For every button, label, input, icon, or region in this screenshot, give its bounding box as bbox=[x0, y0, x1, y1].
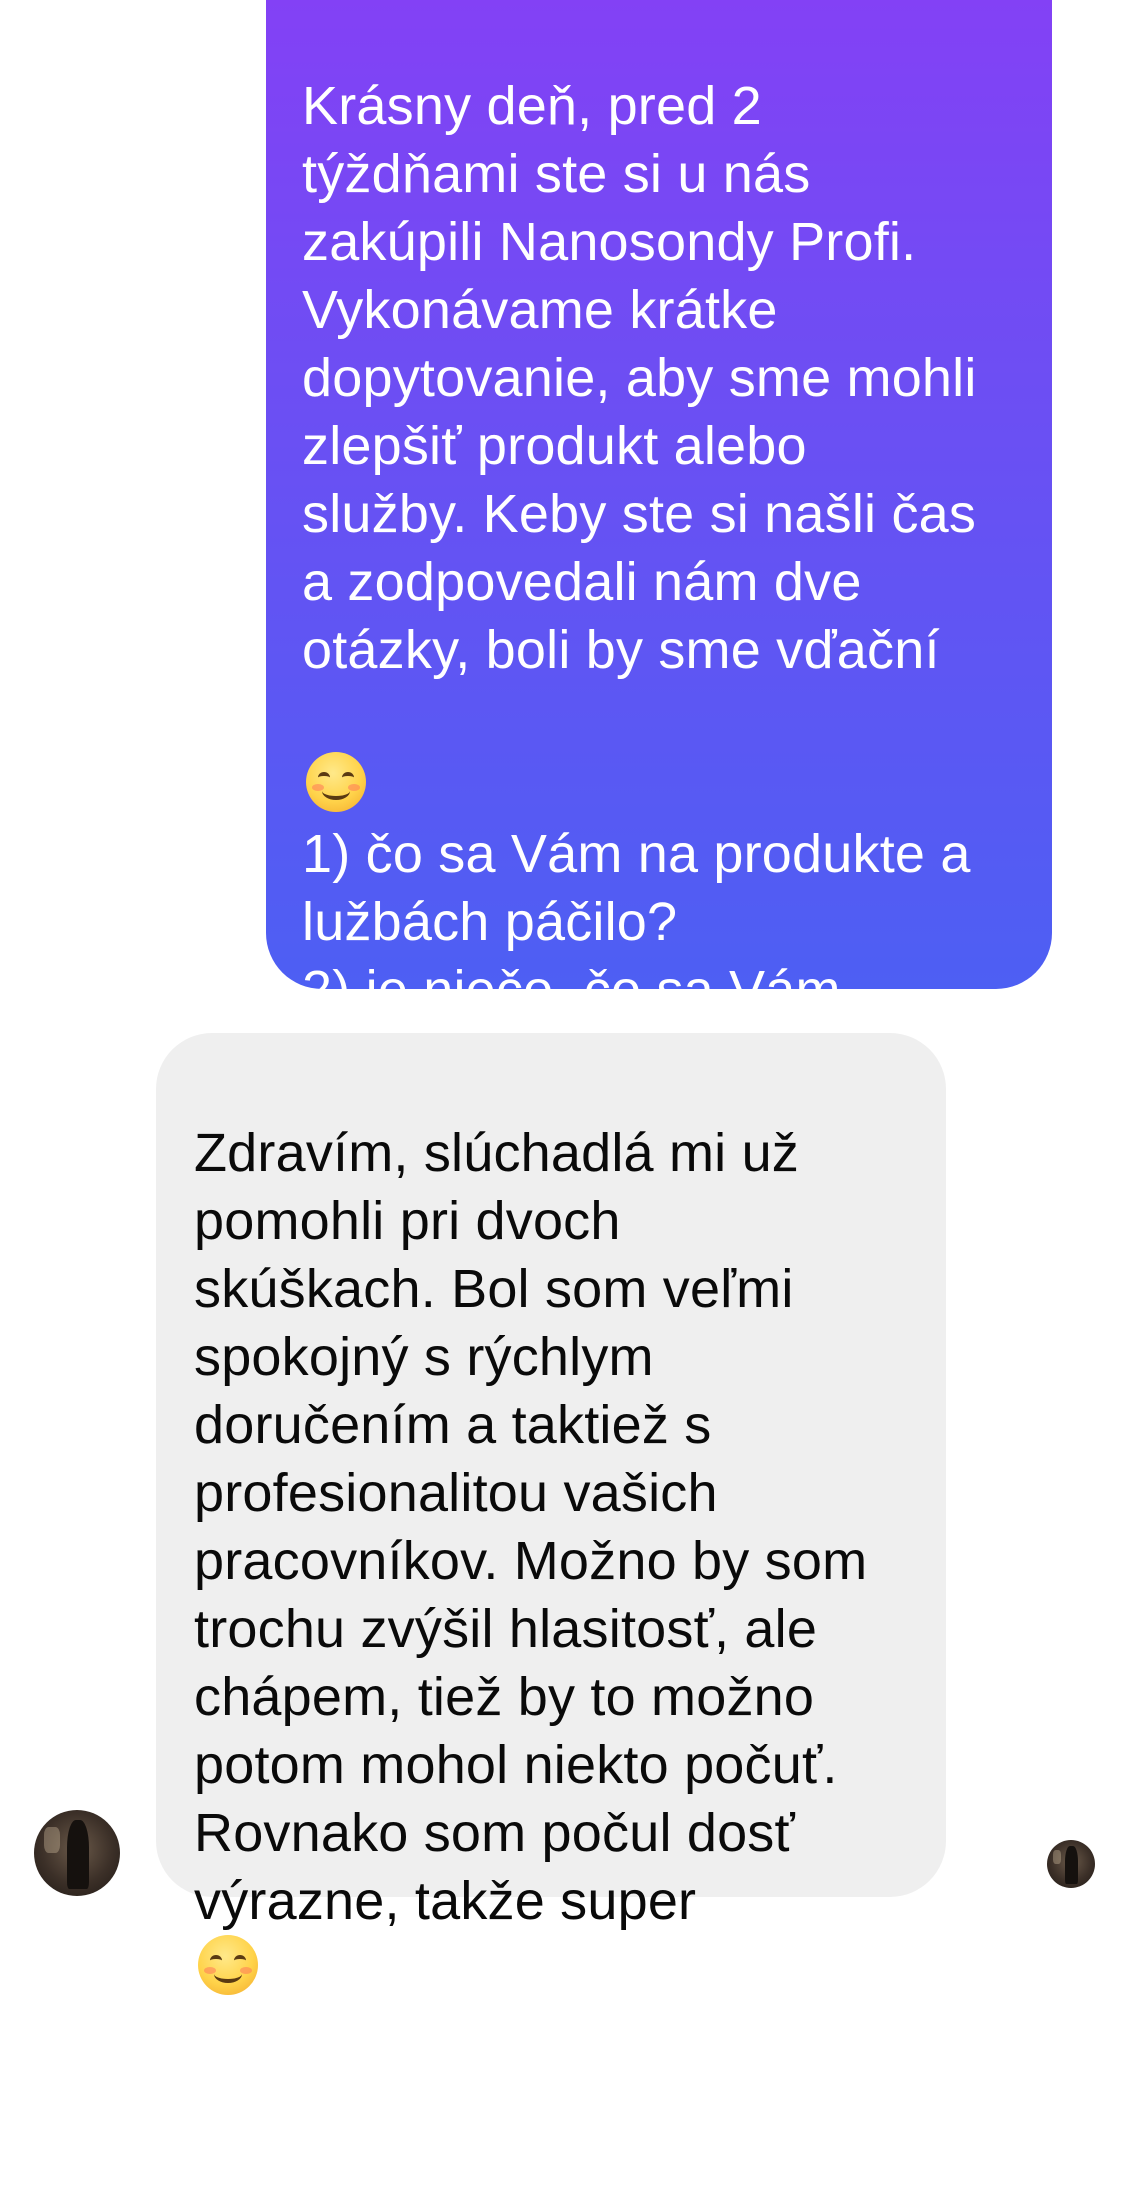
avatar-photo-highlight bbox=[44, 1827, 60, 1853]
outgoing-emoji-line bbox=[302, 684, 1016, 812]
outgoing-message-bubble[interactable]: Krásny deň, pred 2 týždňami ste si u nás… bbox=[266, 0, 1052, 1156]
smiling-face-emoji-icon bbox=[306, 752, 366, 812]
avatar-photo-highlight bbox=[1052, 1849, 1062, 1864]
incoming-message-bubble[interactable]: Zdravím, slúchadlá mi už pomohli pri dvo… bbox=[156, 1033, 946, 1995]
avatar-photo-figure bbox=[66, 1820, 90, 1890]
read-receipt-avatar bbox=[1047, 1840, 1095, 1888]
sender-avatar[interactable] bbox=[34, 1810, 120, 1896]
smiling-face-emoji-icon bbox=[198, 1935, 258, 1995]
outgoing-message-text: Krásny deň, pred 2 týždňami ste si u nás… bbox=[302, 76, 977, 680]
avatar-photo-figure bbox=[1065, 1845, 1078, 1885]
incoming-message-text: Zdravím, slúchadlá mi už pomohli pri dvo… bbox=[194, 1123, 868, 1931]
